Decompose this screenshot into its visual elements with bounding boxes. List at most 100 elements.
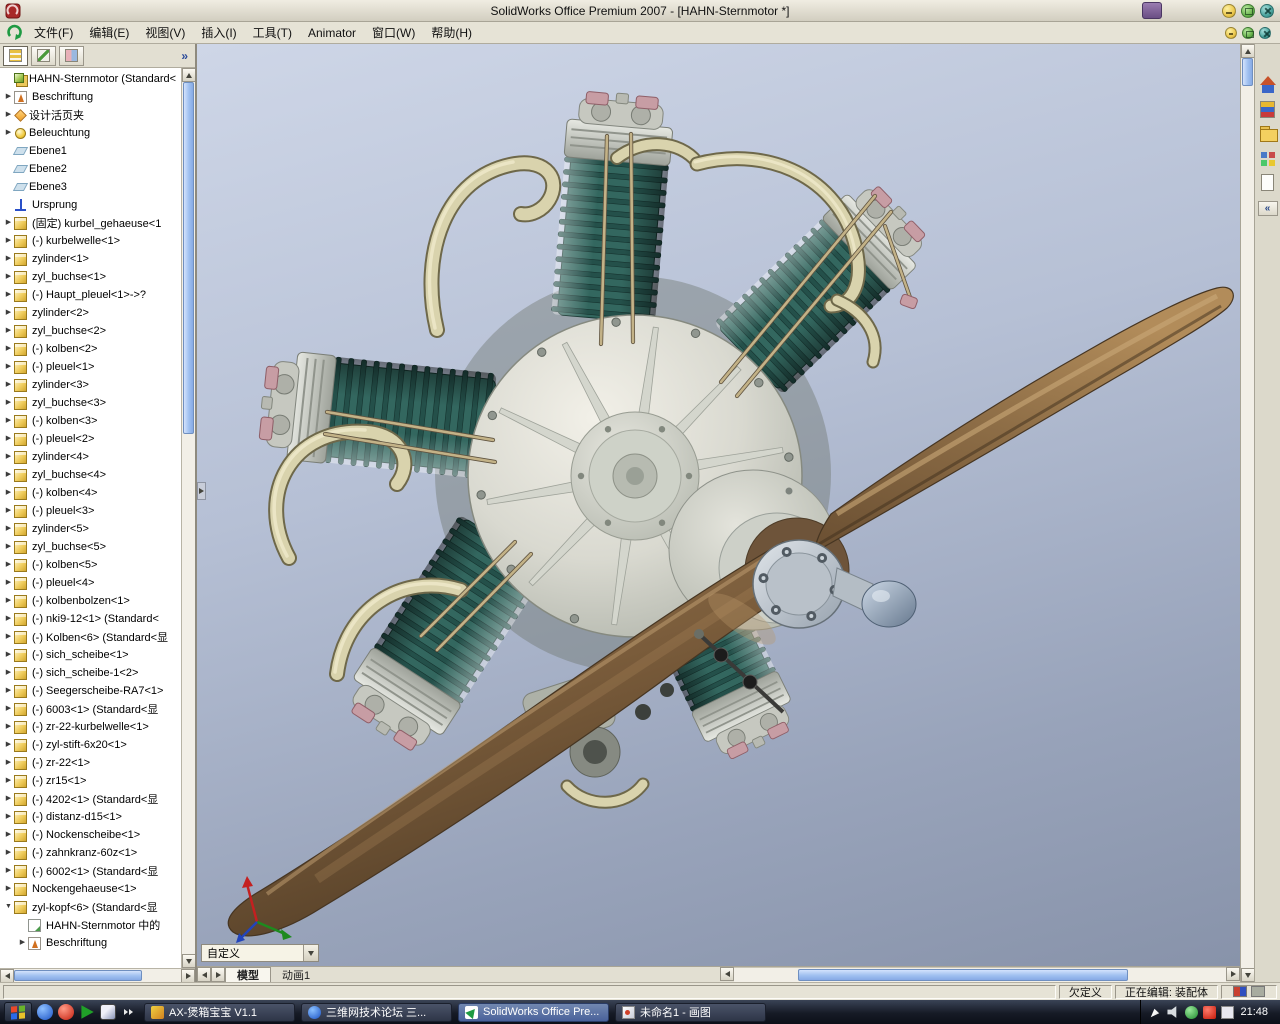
expand-arrow-icon[interactable]: ▶ (3, 844, 14, 862)
tree-item[interactable]: ▶ Nockengehaeuse<1> (0, 880, 180, 898)
tree-item[interactable]: ▶ (-) sich_scheibe-1<2> (0, 664, 180, 682)
expand-arrow-icon[interactable]: ▶ (3, 322, 14, 340)
expand-arrow-icon[interactable]: ▶ (3, 754, 14, 772)
tab-propertymanager[interactable] (31, 45, 56, 66)
taskbar-task-button[interactable]: 未命名1 - 画图 (615, 1002, 766, 1022)
expand-arrow-icon[interactable]: ▶ (3, 232, 14, 250)
tree-item[interactable]: ▶ Beschriftung (0, 88, 180, 106)
task-pane-collapse-button[interactable]: « (1257, 201, 1278, 216)
tree-item[interactable]: ▶ (-) pleuel<4> (0, 574, 180, 592)
view-palette-icon[interactable] (1258, 149, 1278, 168)
scroll-down-button[interactable] (182, 954, 195, 968)
expand-arrow-icon[interactable]: ▶ (3, 304, 14, 322)
taskbar-task-button[interactable]: 三维网技术论坛 三... (301, 1002, 452, 1022)
media-quicklaunch-icon[interactable] (81, 1005, 94, 1019)
resources-home-icon[interactable] (1258, 76, 1278, 95)
menu-item[interactable]: 工具(T) (245, 22, 300, 43)
expand-arrow-icon[interactable]: ▶ (3, 268, 14, 286)
viewport-scrollbar-vertical[interactable] (1240, 44, 1255, 982)
tree-item[interactable]: HAHN-Sternmotor (Standard< (0, 70, 180, 88)
expand-arrow-icon[interactable]: ▶ (17, 934, 28, 952)
tree-item[interactable]: ▶ zylinder<1> (0, 250, 180, 268)
tree-item[interactable]: ▶ (-) kolbenbolzen<1> (0, 592, 180, 610)
tree-item[interactable]: ▶ zyl_buchse<3> (0, 394, 180, 412)
tree-item[interactable]: ▶ (-) sich_scheibe<1> (0, 646, 180, 664)
tree-item[interactable]: ▶ (-) zr-22-kurbelwelle<1> (0, 718, 180, 736)
expand-arrow-icon[interactable]: ▶ (3, 520, 14, 538)
expand-arrow-icon[interactable]: ▶ (3, 412, 14, 430)
expand-arrow-icon[interactable]: ▶ (3, 790, 14, 808)
ati-icon[interactable] (1203, 1005, 1217, 1019)
shield-icon[interactable] (1185, 1005, 1199, 1019)
scroll-up-button[interactable] (182, 68, 195, 82)
tree-item[interactable]: HAHN-Sternmotor 中的 (0, 916, 180, 934)
expand-arrow-icon[interactable]: ▶ (3, 106, 14, 124)
tree-item[interactable]: ▶ (-) Kolben<6> (Standard<显 (0, 628, 180, 646)
expand-arrow-icon[interactable]: ▶ (3, 880, 14, 898)
menu-item[interactable]: 编辑(E) (81, 22, 137, 43)
ime-icon[interactable] (1221, 1005, 1235, 1019)
expand-arrow-icon[interactable]: ▶ (3, 700, 14, 718)
graphics-area[interactable]: 自定义 模型 动画1 (197, 44, 1240, 982)
expand-arrow-icon[interactable]: ▶ (3, 88, 14, 106)
tree-item[interactable]: ▶ zylinder<5> (0, 520, 180, 538)
desktop-quicklaunch-icon[interactable] (100, 1004, 116, 1020)
expand-arrow-icon[interactable]: ▶ (3, 214, 14, 232)
document-minimize-button[interactable] (1225, 26, 1237, 39)
expand-arrow-icon[interactable]: ▶ (3, 430, 14, 448)
menu-item[interactable]: 帮助(H) (423, 22, 480, 43)
tree-item[interactable]: ▶ Beleuchtung (0, 124, 180, 142)
tree-item[interactable]: ▶ (-) zyl-stift-6x20<1> (0, 736, 180, 754)
expand-arrow-icon[interactable]: ▶ (3, 682, 14, 700)
menu-item[interactable]: 窗口(W) (364, 22, 423, 43)
speaker-icon[interactable] (1167, 1006, 1177, 1018)
close-button[interactable] (1260, 3, 1274, 18)
panel-splitter-arrow[interactable] (197, 482, 206, 500)
tree-item[interactable]: ▶ (-) kolben<4> (0, 484, 180, 502)
tree-item[interactable]: ▶ zylinder<2> (0, 304, 180, 322)
tree-item[interactable]: ▶ (固定) kurbel_gehaeuse<1 (0, 214, 180, 232)
tree-item[interactable]: ▶ (-) kolben<5> (0, 556, 180, 574)
expand-arrow-icon[interactable]: ▶ (3, 736, 14, 754)
tree-item[interactable]: ▶ (-) distanz-d15<1> (0, 808, 180, 826)
tree-item[interactable]: Ebene1 (0, 142, 180, 160)
tab-featuremanager[interactable] (3, 45, 28, 66)
scroll-down-button[interactable] (1241, 968, 1255, 982)
configuration-combo[interactable]: 自定义 (201, 944, 319, 962)
expand-arrow-icon[interactable]: ▼ (3, 898, 14, 916)
menu-item[interactable]: 视图(V) (137, 22, 193, 43)
tree-item[interactable]: ▶ (-) zr15<1> (0, 772, 180, 790)
maximize-button[interactable] (1241, 3, 1255, 18)
panel-overflow-chevron[interactable]: » (177, 49, 192, 63)
tree-item[interactable]: Ebene3 (0, 178, 180, 196)
expand-arrow-icon[interactable]: ▶ (3, 862, 14, 880)
taskbar-task-button[interactable]: AX-煲箱宝宝 V1.1 (144, 1002, 295, 1022)
tree-item[interactable]: ▶ zyl_buchse<4> (0, 466, 180, 484)
tree-item[interactable]: ▶ Beschriftung (0, 934, 180, 952)
expand-arrow-icon[interactable]: ▶ (3, 394, 14, 412)
expand-arrow-icon[interactable]: ▶ (3, 646, 14, 664)
tree-item[interactable]: ▶ (-) Nockenscheibe<1> (0, 826, 180, 844)
document-icon[interactable] (1261, 174, 1274, 191)
tree-item[interactable]: ▶ (-) Haupt_pleuel<1>->? (0, 286, 180, 304)
menu-item[interactable]: 文件(F) (26, 22, 81, 43)
expand-arrow-icon[interactable]: ▶ (3, 286, 14, 304)
expand-arrow-icon[interactable]: ▶ (3, 808, 14, 826)
status-icon-2[interactable] (1251, 986, 1265, 997)
tree-item[interactable]: ▶ (-) nki9-12<1> (Standard< (0, 610, 180, 628)
expand-arrow-icon[interactable]: ▶ (3, 376, 14, 394)
expand-arrow-icon[interactable]: ▶ (3, 772, 14, 790)
file-explorer-icon[interactable] (1258, 124, 1278, 143)
viewport-hscrollbar-thumb[interactable] (798, 969, 1128, 981)
expand-arrow-icon[interactable]: ▶ (3, 556, 14, 574)
tab-model[interactable]: 模型 (225, 967, 271, 982)
tree-item[interactable]: ▶ (-) zahnkranz-60z<1> (0, 844, 180, 862)
expand-arrow-icon[interactable]: ▶ (3, 664, 14, 682)
tree-item[interactable]: ▼ zyl-kopf<6> (Standard<显 (0, 898, 180, 916)
tree-item[interactable]: ▶ (-) pleuel<1> (0, 358, 180, 376)
opera-quicklaunch-icon[interactable] (58, 1004, 74, 1020)
expand-arrow-icon[interactable]: ▶ (3, 538, 14, 556)
tab-scroll-right-button[interactable] (211, 967, 225, 982)
tree-item[interactable]: ▶ zyl_buchse<1> (0, 268, 180, 286)
tree-item[interactable]: ▶ zylinder<4> (0, 448, 180, 466)
